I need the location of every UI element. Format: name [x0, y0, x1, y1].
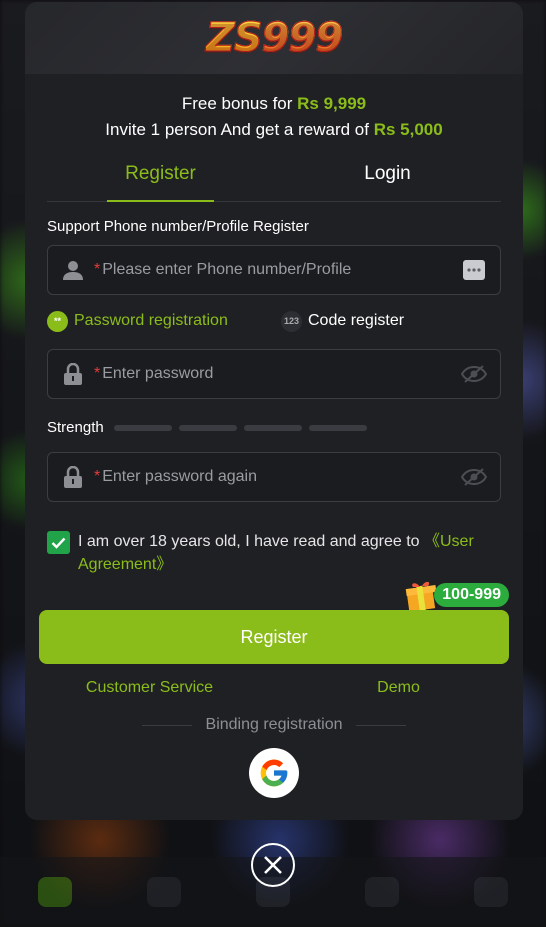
code-mode-icon: 123 — [281, 310, 302, 332]
tab-login[interactable]: Login — [274, 163, 501, 201]
required-mark: * — [94, 261, 101, 278]
eye-off-icon[interactable] — [460, 467, 488, 487]
strength-segment — [308, 424, 367, 431]
phone-field-label: Support Phone number/Profile Register — [47, 218, 309, 235]
divider-line — [141, 724, 192, 726]
close-modal-button[interactable] — [251, 843, 295, 887]
code-register-label: Code register — [308, 312, 405, 329]
nav-item — [365, 877, 400, 907]
password-confirm-input[interactable] — [102, 468, 460, 486]
agreement-text: I am over 18 years old, I have read and … — [78, 533, 474, 573]
lock-icon — [62, 363, 84, 385]
nav-item — [146, 877, 181, 907]
modal-header: ZS999 — [25, 2, 523, 74]
auth-tabs: Register Login — [47, 163, 501, 202]
user-icon — [62, 259, 84, 281]
nav-item — [37, 877, 72, 907]
tab-register[interactable]: Register — [47, 163, 274, 202]
strength-segment — [243, 424, 302, 431]
agreement-checkbox[interactable] — [47, 531, 70, 554]
password-registration-option[interactable]: ** Password registration — [47, 310, 281, 332]
register-modal: ZS999 Free bonus for Rs 9,999 Invite 1 p… — [25, 2, 523, 820]
password-strength: Strength — [47, 419, 501, 436]
zs999-logo: ZS999 — [205, 15, 343, 62]
customer-service-link[interactable]: Customer Service — [25, 679, 274, 697]
eye-off-icon[interactable] — [460, 364, 488, 384]
google-icon — [260, 759, 288, 787]
register-button[interactable]: Register — [39, 610, 509, 664]
strength-meter — [113, 424, 367, 431]
close-icon — [264, 856, 282, 874]
agreement-row: I am over 18 years old, I have read and … — [47, 530, 501, 576]
required-mark: * — [94, 365, 101, 382]
gift-promo[interactable]: 100-999 — [404, 578, 509, 612]
keyboard-icon[interactable] — [460, 260, 488, 280]
password-field[interactable]: * — [47, 349, 501, 399]
check-icon — [51, 537, 66, 549]
strength-segment — [178, 424, 237, 431]
binding-registration-divider: Binding registration — [25, 716, 523, 734]
binding-registration-label: Binding registration — [205, 716, 343, 733]
password-registration-label: Password registration — [74, 312, 228, 329]
footer-links: Customer Service Demo — [25, 679, 523, 697]
strength-segment — [113, 424, 172, 431]
strength-label: Strength — [47, 419, 104, 436]
password-mode-icon: ** — [47, 310, 68, 332]
registration-mode-switch: ** Password registration 123 Code regist… — [47, 309, 501, 333]
password-confirm-field[interactable]: * — [47, 452, 501, 502]
promo-text: Free bonus for Rs 9,999 Invite 1 person … — [105, 94, 443, 139]
lock-icon — [62, 466, 84, 488]
divider-line — [356, 724, 407, 726]
required-mark: * — [94, 468, 101, 485]
code-register-option[interactable]: 123 Code register — [281, 310, 405, 332]
nav-item — [474, 877, 509, 907]
gift-badge: 100-999 — [434, 583, 509, 607]
password-input[interactable] — [102, 365, 460, 383]
google-login-button[interactable] — [249, 748, 299, 798]
phone-input[interactable] — [102, 261, 460, 279]
phone-field[interactable]: * — [47, 245, 501, 295]
demo-link[interactable]: Demo — [274, 679, 523, 697]
